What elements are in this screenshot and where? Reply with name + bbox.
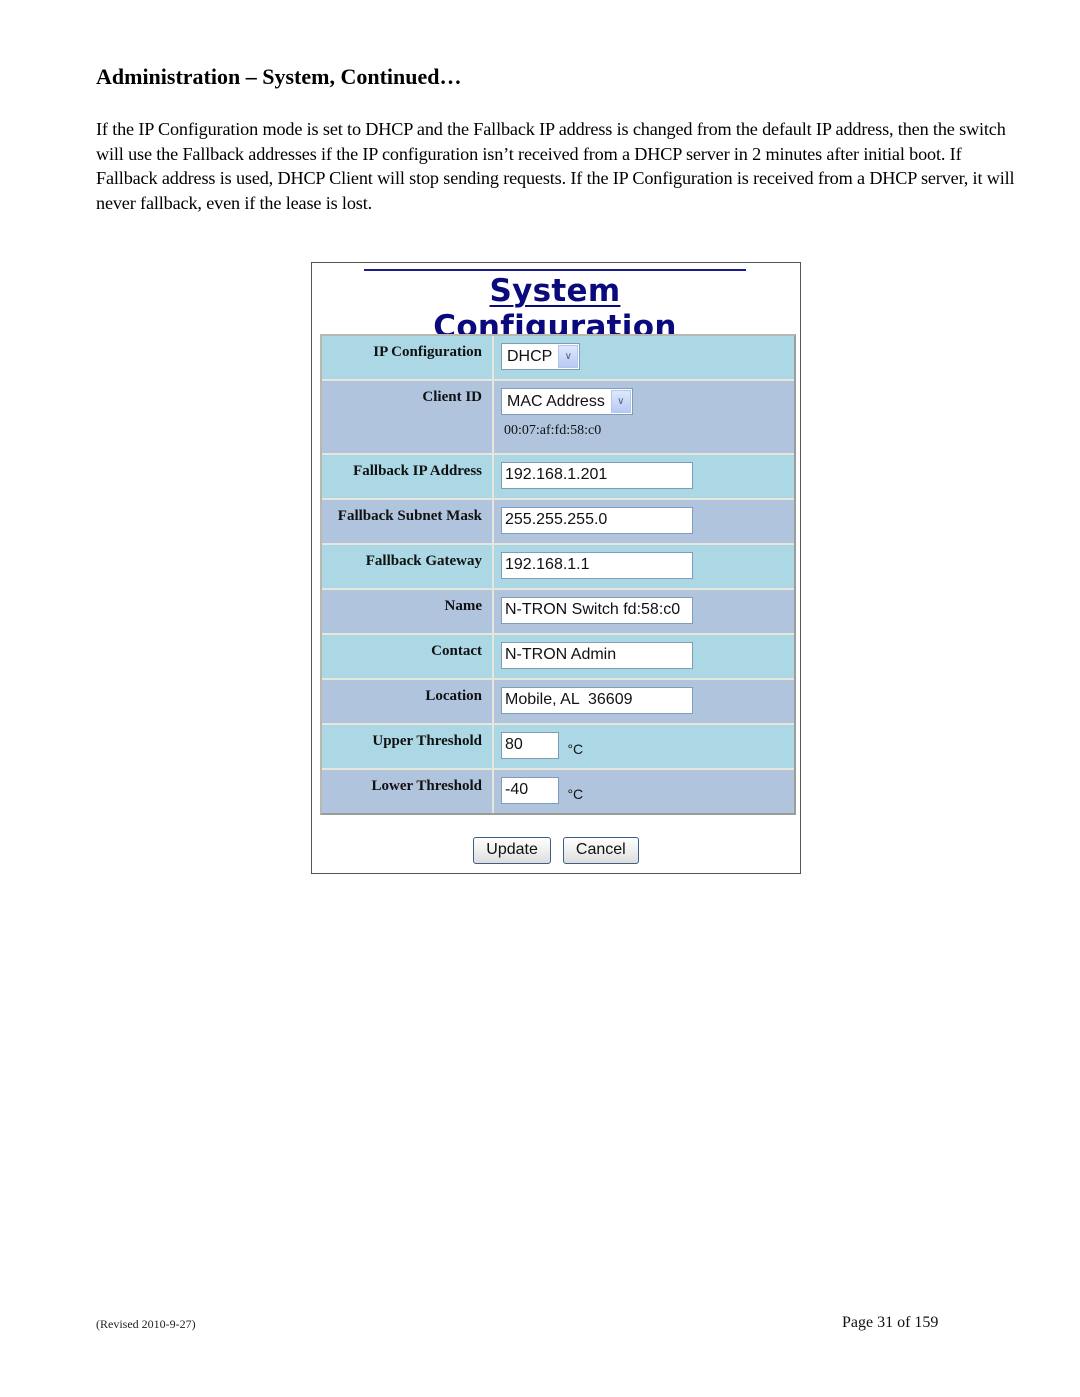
label-client-id: Client ID [322, 381, 494, 453]
button-row: Update Cancel [312, 837, 800, 864]
body-paragraph: If the IP Configuration mode is set to D… [96, 119, 1015, 213]
label-fallback-ip: Fallback IP Address [322, 455, 494, 498]
system-configuration-screenshot: System Configuration IP Configuration DH… [311, 262, 801, 874]
name-input[interactable]: N-TRON Switch fd:58:c0 [501, 597, 693, 624]
fallback-ip-input[interactable]: 192.168.1.201 [501, 462, 693, 489]
chevron-down-icon[interactable]: ∨ [610, 390, 631, 413]
footer-page-number: Page 31 of 159 [842, 1314, 939, 1331]
page-heading: Administration – System, Continued… [96, 64, 462, 89]
row-client-id: Client ID MAC Address ∨ 00:07:af:fd:58:c… [322, 381, 794, 455]
fallback-subnet-input[interactable]: 255.255.255.0 [501, 507, 693, 534]
label-location: Location [322, 680, 494, 723]
row-upper-threshold: Upper Threshold 80 °C [322, 725, 794, 770]
client-id-value: MAC Address [507, 392, 605, 410]
label-lower-threshold: Lower Threshold [322, 770, 494, 813]
ip-configuration-value: DHCP [507, 347, 553, 365]
label-ip-configuration: IP Configuration [322, 336, 494, 379]
update-button[interactable]: Update [473, 837, 551, 864]
label-name: Name [322, 590, 494, 633]
contact-input[interactable]: N-TRON Admin [501, 642, 693, 669]
upper-threshold-input[interactable]: 80 [501, 732, 559, 759]
row-contact: Contact N-TRON Admin [322, 635, 794, 680]
row-fallback-subnet: Fallback Subnet Mask 255.255.255.0 [322, 500, 794, 545]
label-fallback-gateway: Fallback Gateway [322, 545, 494, 588]
lower-threshold-unit: °C [567, 786, 584, 802]
footer-revised: (Revised 2010-9-27) [96, 1317, 196, 1331]
fallback-gateway-input[interactable]: 192.168.1.1 [501, 552, 693, 579]
location-input[interactable]: Mobile, AL 36609 [501, 687, 693, 714]
upper-threshold-unit: °C [567, 741, 584, 757]
mac-address-text: 00:07:af:fd:58:c0 [504, 423, 602, 438]
row-fallback-ip: Fallback IP Address 192.168.1.201 [322, 455, 794, 500]
row-ip-configuration: IP Configuration DHCP ∨ [322, 336, 794, 381]
lower-threshold-input[interactable]: -40 [501, 777, 559, 804]
chevron-down-icon[interactable]: ∨ [558, 345, 579, 368]
cancel-button[interactable]: Cancel [562, 837, 639, 864]
config-table: IP Configuration DHCP ∨ Client ID MAC Ad… [320, 334, 796, 815]
row-location: Location Mobile, AL 36609 [322, 680, 794, 725]
ip-configuration-select[interactable]: DHCP ∨ [501, 343, 581, 370]
row-name: Name N-TRON Switch fd:58:c0 [322, 590, 794, 635]
label-fallback-subnet: Fallback Subnet Mask [322, 500, 494, 543]
row-lower-threshold: Lower Threshold -40 °C [322, 770, 794, 813]
label-upper-threshold: Upper Threshold [322, 725, 494, 768]
label-contact: Contact [322, 635, 494, 678]
row-fallback-gateway: Fallback Gateway 192.168.1.1 [322, 545, 794, 590]
client-id-select[interactable]: MAC Address ∨ [501, 388, 633, 415]
